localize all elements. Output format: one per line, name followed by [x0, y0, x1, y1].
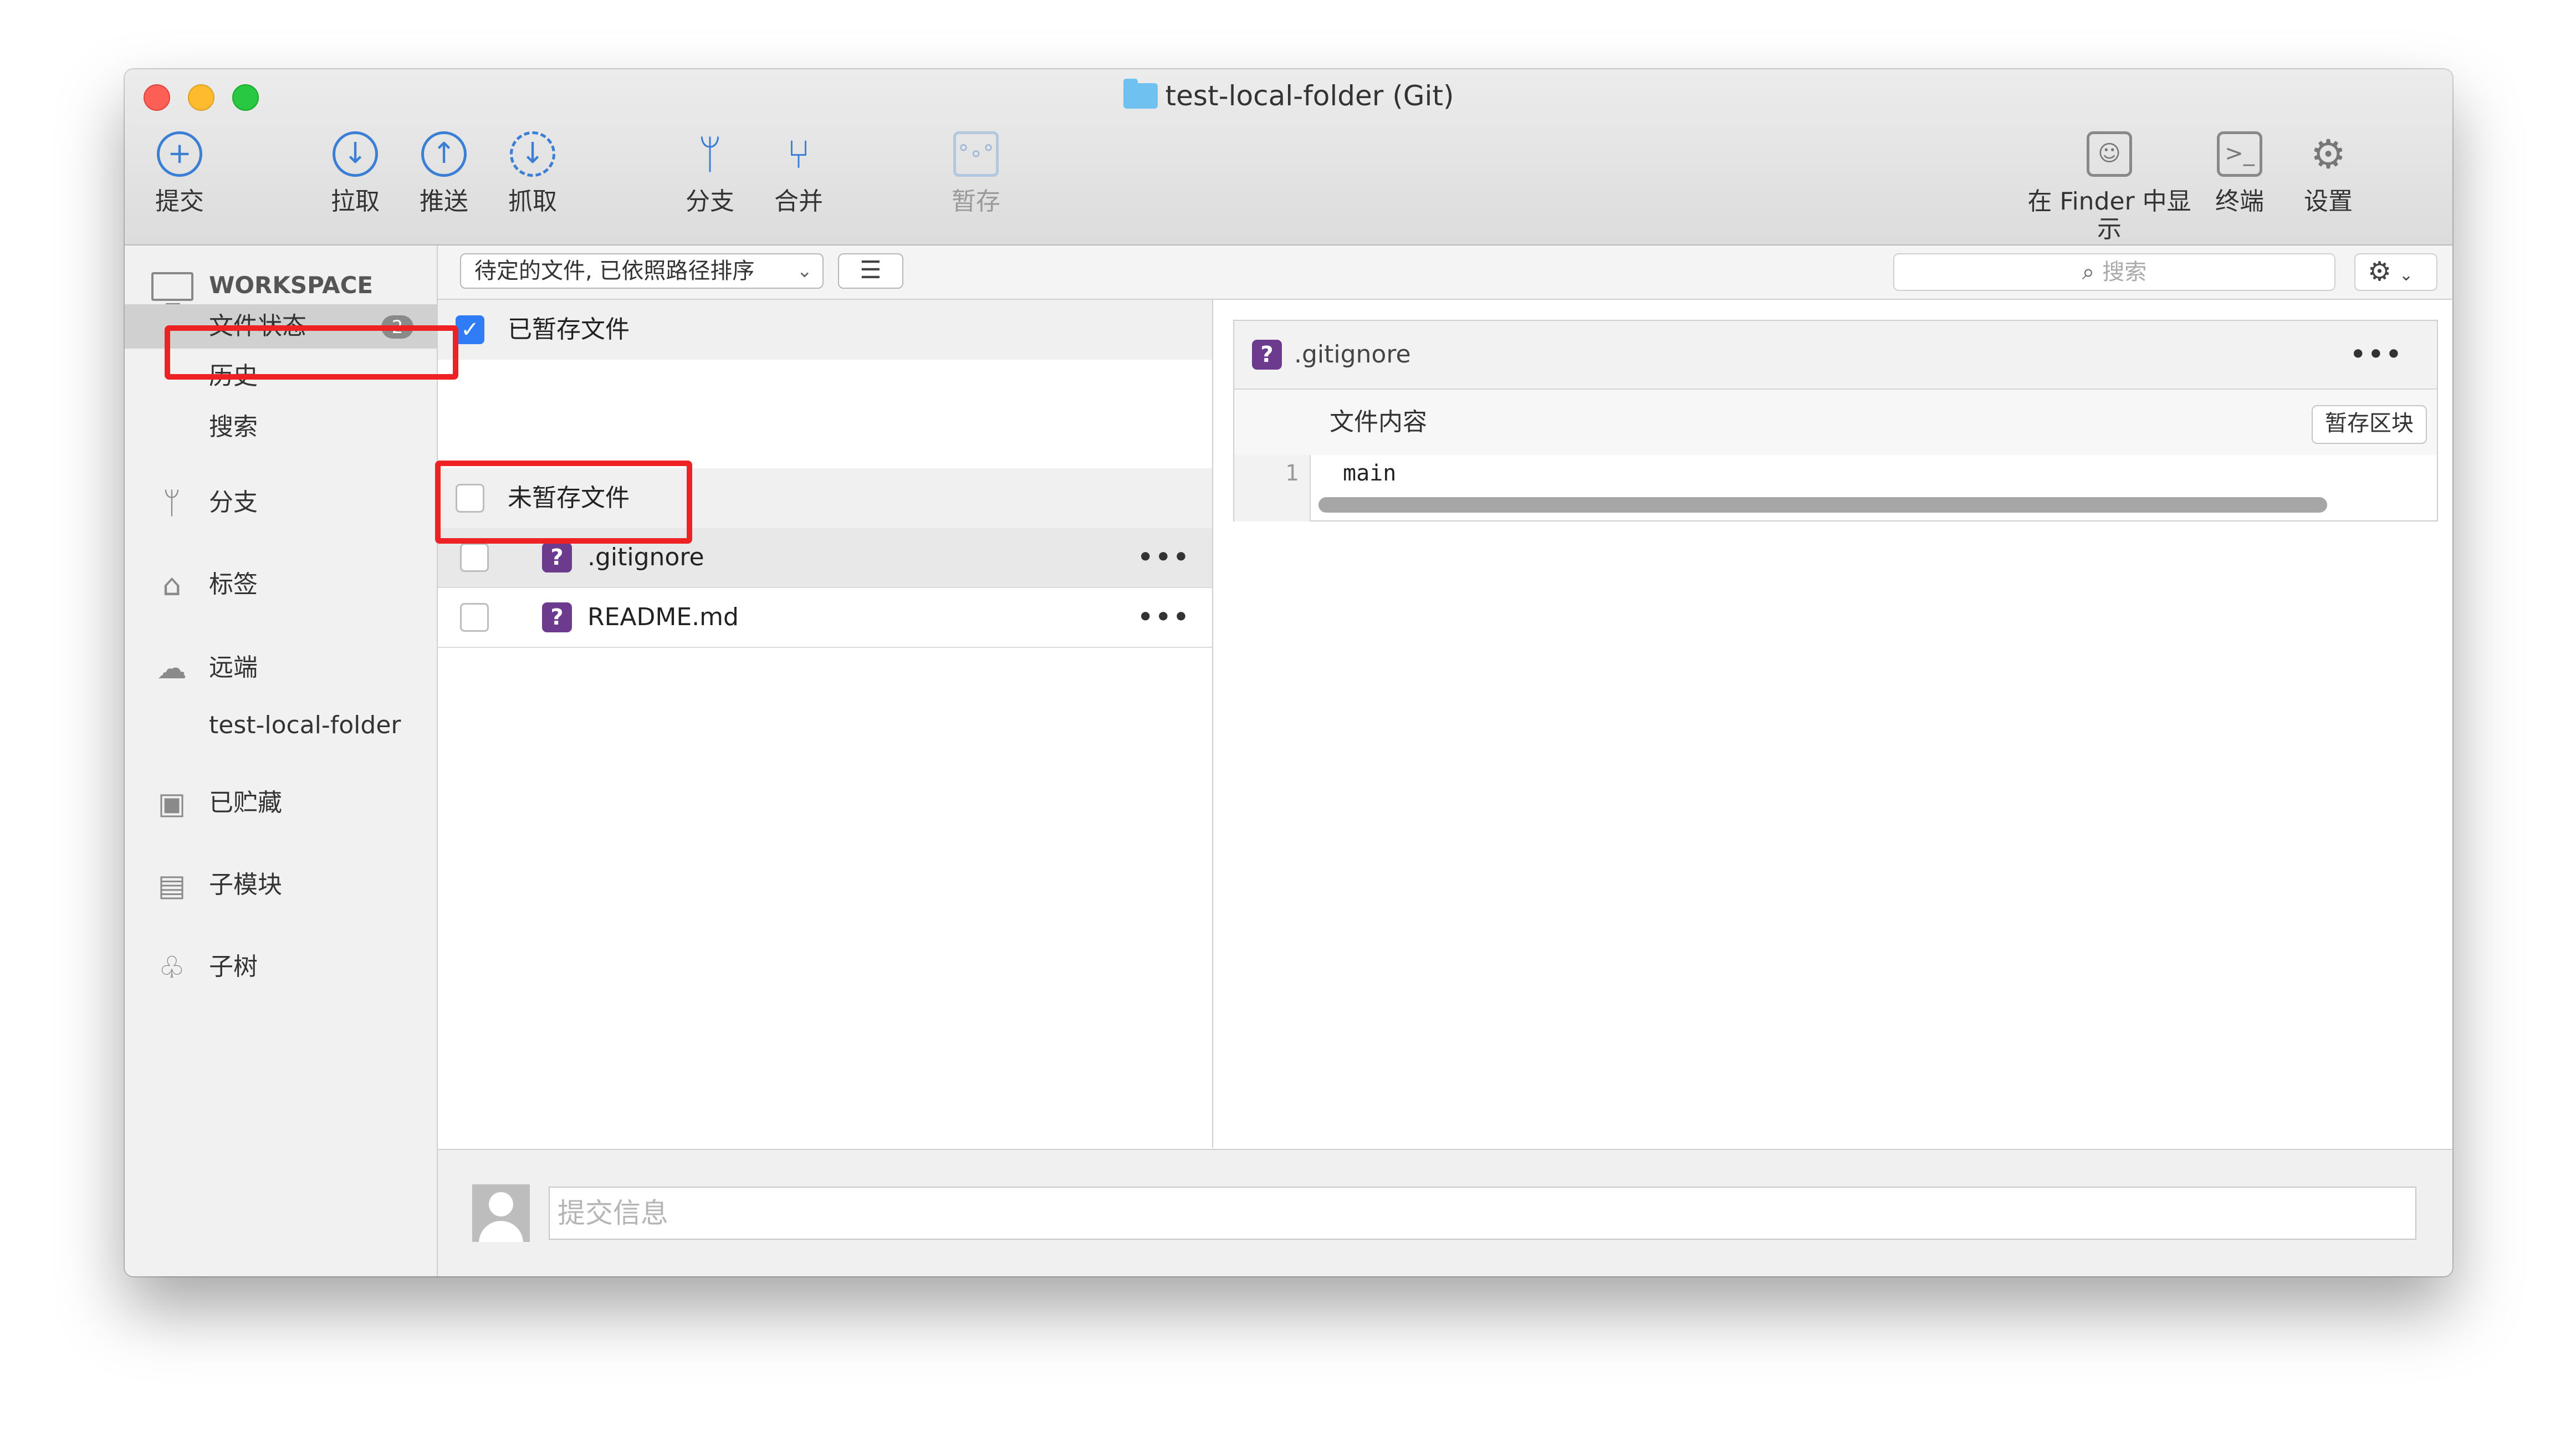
file-checkbox[interactable] — [460, 543, 489, 572]
app-window: test-local-folder (Git) + 提交 ↓ 拉取 ↑ 推送 ↓… — [125, 69, 2452, 1276]
search-input[interactable]: ⌕ 搜索 — [1893, 253, 2335, 291]
sidebar-item-subtrees[interactable]: ♧ 子树 — [125, 945, 437, 989]
sidebar-item-stashes[interactable]: ▣ 已贮藏 — [125, 781, 437, 825]
sidebar-item-tags[interactable]: ⌂ 标签 — [125, 563, 437, 607]
chevron-down-icon: ⌄ — [796, 260, 813, 282]
line-content: main — [1343, 461, 1397, 486]
commit-message-input[interactable] — [549, 1187, 2416, 1240]
gear-icon: ⚙ — [2310, 131, 2347, 177]
more-options-icon[interactable]: ••• — [2350, 321, 2404, 388]
diff-file-header: ? .gitignore ••• — [1234, 321, 2437, 390]
file-list-pane: ✓ 已暂存文件 未暂存文件 ? .gitignore ••• ? README.… — [438, 300, 1213, 1148]
file-checkbox[interactable] — [460, 603, 489, 632]
sidebar-workspace-header: WORKSPACE — [125, 263, 437, 309]
folder-icon — [1123, 79, 1158, 109]
chevron-down-icon: ⌄ — [2399, 265, 2414, 285]
sidebar-item-remotes[interactable]: ☁ 远端 — [125, 646, 437, 690]
line-number: 1 — [1285, 461, 1299, 486]
stash-button[interactable]: °∘° 暂存 — [921, 131, 1031, 216]
merge-icon: ⑂ — [786, 131, 811, 177]
sidebar-item-remote-test-local-folder[interactable]: test-local-folder — [125, 703, 437, 748]
diff-card: ? .gitignore ••• 文件内容 暂存区块 1 main — [1233, 320, 2438, 522]
sidebar: WORKSPACE 文件状态 2 历史 搜索 ᛘ 分支 ⌂ 标签 ☁ 远端 te… — [125, 246, 438, 1276]
more-options-icon[interactable]: ••• — [1138, 528, 1191, 587]
show-in-finder-button[interactable]: ☺ 在 Finder 中显示 — [2018, 131, 2201, 243]
gear-icon: ⚙ — [2368, 256, 2392, 287]
merge-button[interactable]: ⑂ 合并 — [743, 131, 854, 216]
stage-hunk-button[interactable]: 暂存区块 — [2312, 405, 2427, 444]
window-title: test-local-folder (Git) — [125, 78, 2452, 114]
stage-all-checkbox[interactable]: ✓ — [456, 315, 484, 344]
fetch-circle-icon: ↓ — [510, 131, 555, 177]
avatar — [472, 1184, 530, 1242]
fetch-button[interactable]: ↓ 抓取 — [477, 131, 588, 216]
untracked-status-icon: ? — [1252, 340, 1282, 370]
submodule-icon: ▤ — [157, 868, 186, 903]
arrow-down-circle-icon: ↓ — [333, 131, 378, 177]
sidebar-item-search[interactable]: 搜索 — [125, 405, 437, 449]
untracked-status-icon: ? — [542, 543, 572, 572]
sidebar-item-branches[interactable]: ᛘ 分支 — [125, 480, 437, 525]
list-icon: ☰ — [860, 256, 882, 284]
filter-bar: 待定的文件, 已依照路径排序 ⌄ ☰ ⌕ 搜索 ⚙ ⌄ — [438, 246, 2452, 300]
search-icon: ⌕ — [2082, 259, 2095, 285]
arrow-up-circle-icon: ↑ — [421, 131, 467, 177]
options-menu-button[interactable]: ⚙ ⌄ — [2354, 253, 2437, 291]
plus-circle-icon: + — [157, 131, 202, 177]
cloud-icon: ☁ — [157, 651, 187, 686]
settings-button[interactable]: ⚙ 设置 — [2273, 131, 2384, 216]
tree-icon: ♧ — [158, 950, 186, 985]
hunk-header: 文件内容 暂存区块 — [1234, 390, 2437, 455]
annotation-box-unstaged-files — [435, 461, 692, 544]
horizontal-scrollbar[interactable] — [1318, 497, 2327, 513]
commit-bar — [438, 1149, 2452, 1276]
diff-line: 1 main — [1234, 456, 2437, 490]
list-view-button[interactable]: ☰ — [838, 253, 903, 289]
sort-order-select[interactable]: 待定的文件, 已依照路径排序 ⌄ — [460, 253, 824, 289]
annotation-box-file-status — [165, 325, 458, 380]
file-row-readme[interactable]: ? README.md ••• — [438, 588, 1212, 648]
tag-icon: ⌂ — [162, 567, 182, 602]
monitor-icon — [151, 272, 193, 309]
finder-icon: ☺ — [2087, 131, 2132, 177]
untracked-status-icon: ? — [542, 602, 572, 632]
toolbar: test-local-folder (Git) + 提交 ↓ 拉取 ↑ 推送 ↓… — [125, 69, 2452, 246]
sidebar-item-submodules[interactable]: ▤ 子模块 — [125, 863, 437, 907]
branch-icon: ᛘ — [162, 485, 181, 520]
stash-icon: ▣ — [157, 786, 186, 821]
more-options-icon[interactable]: ••• — [1138, 588, 1191, 647]
commit-button[interactable]: + 提交 — [125, 131, 235, 216]
branch-icon: ᛘ — [698, 131, 722, 177]
terminal-icon: >_ — [2217, 131, 2262, 177]
stash-icon: °∘° — [953, 131, 999, 177]
diff-pane: ? .gitignore ••• 文件内容 暂存区块 1 main — [1213, 300, 2452, 1148]
staged-files-header: ✓ 已暂存文件 — [438, 300, 1212, 360]
